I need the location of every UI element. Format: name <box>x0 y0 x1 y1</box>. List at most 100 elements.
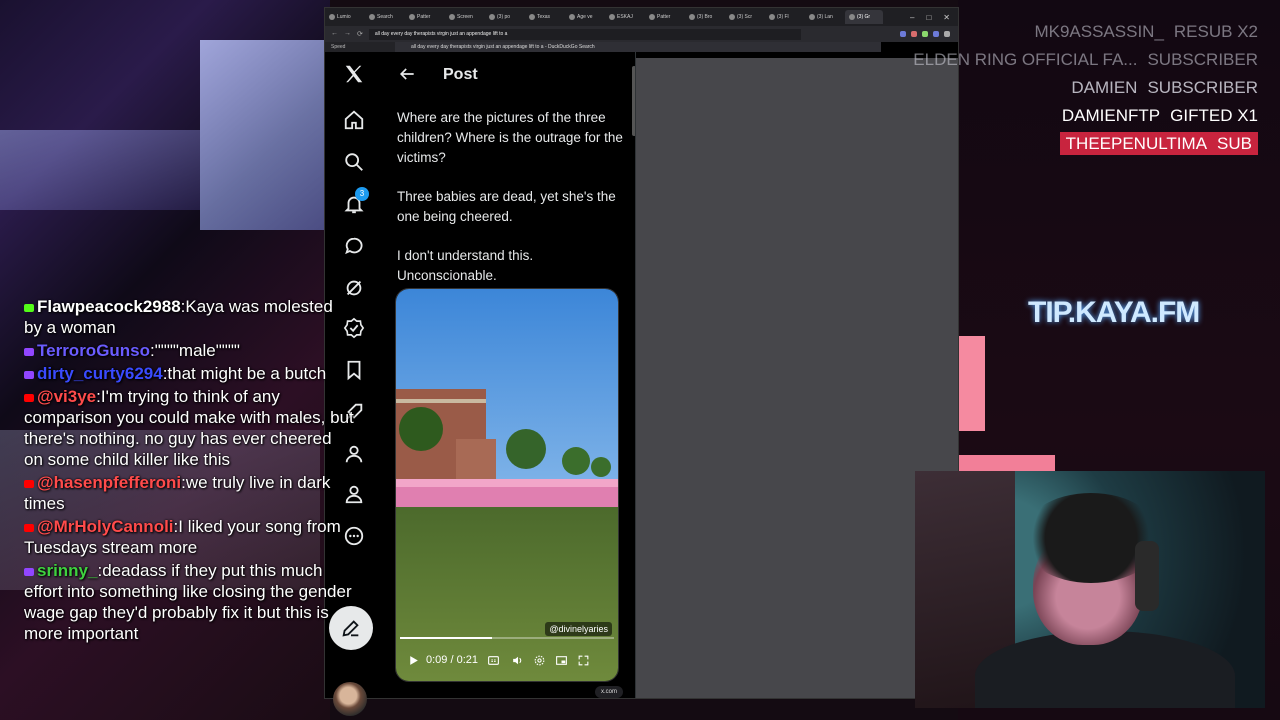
tab-label: Patter <box>417 14 431 20</box>
video-player[interactable]: @divinelyaries 0:09 / 0:21 <box>395 288 619 682</box>
tab-favicon-icon <box>649 14 655 20</box>
alert-entry: THEEPENULTIMA SUB <box>1059 132 1258 155</box>
browser-tab[interactable]: Patter <box>405 10 443 24</box>
youtube-platform-icon <box>24 479 34 488</box>
pink-glitch-block <box>955 336 985 431</box>
stream-chat: Flawpeacock2988:Kaya was molested by a w… <box>24 296 354 646</box>
browser-tab[interactable]: Texas <box>525 10 563 24</box>
alert-username: THEEPENULTIMA <box>1065 134 1208 153</box>
alert-row: DAMIENFTP GIFTED X1 <box>913 106 1258 126</box>
post-text-paragraph: Three babies are dead, yet she's the one… <box>397 189 616 224</box>
back-nav-icon[interactable]: ← <box>331 30 338 38</box>
home-icon[interactable] <box>340 106 368 134</box>
tab-label: Search <box>377 14 393 20</box>
minimize-icon[interactable]: – <box>910 13 914 22</box>
maximize-icon[interactable]: □ <box>926 13 931 22</box>
alert-entry: MK9ASSASSIN_ RESUB X2 <box>1034 22 1258 41</box>
fullscreen-button[interactable] <box>574 651 592 669</box>
alert-entry: ELDEN RING OFFICIAL FA... SUBSCRIBER <box>913 50 1258 69</box>
browser-tab[interactable]: (3) Scr <box>725 10 763 24</box>
window-controls: – □ ✕ <box>910 13 958 22</box>
forward-nav-icon[interactable]: → <box>344 30 351 38</box>
chat-username: dirty_curty6294 <box>37 364 163 383</box>
account-avatar[interactable] <box>333 682 367 716</box>
search-suggestion[interactable]: all day every day therapists virgin just… <box>395 42 881 52</box>
back-arrow-icon[interactable] <box>397 64 417 84</box>
chat-message: dirty_curty6294:that might be a butch <box>24 363 354 384</box>
chat-username: @MrHolyCannoli <box>37 517 174 536</box>
extension-icon[interactable] <box>900 31 906 37</box>
alert-username: ELDEN RING OFFICIAL FA... <box>913 50 1138 69</box>
tab-label: ESKAJ <box>617 14 633 20</box>
tab-label: (3) Lan <box>817 14 833 20</box>
browser-nav-buttons: ← → ⟳ <box>325 30 369 38</box>
alert-row: ELDEN RING OFFICIAL FA... SUBSCRIBER <box>913 50 1258 70</box>
browser-tab[interactable]: Lumio <box>325 10 363 24</box>
chat-message: TerroroGunso:""""male"""" <box>24 340 354 361</box>
tab-bar: Lumio Search Patter Screen (3) po Texas Age ve… <box>325 8 958 26</box>
captions-icon <box>487 655 499 665</box>
alert-type: SUBSCRIBER <box>1147 50 1258 69</box>
chat-username: srinny_ <box>37 561 98 580</box>
glitch-band <box>0 130 200 210</box>
alert-type: GIFTED X1 <box>1170 106 1258 125</box>
tab-favicon-icon <box>529 14 535 20</box>
browser-tab[interactable]: (3) Bro <box>685 10 723 24</box>
video-watermark: @divinelyaries <box>545 622 612 636</box>
reload-icon[interactable]: ⟳ <box>357 30 363 38</box>
twitch-platform-icon <box>24 567 34 576</box>
play-button[interactable] <box>404 651 422 669</box>
chat-message: @hasenpfefferoni:we truly live in dark t… <box>24 472 354 514</box>
alert-username: DAMIENFTP <box>1061 106 1161 125</box>
tab-favicon-icon <box>849 14 855 20</box>
chat-username: Flawpeacock2988 <box>37 297 181 316</box>
url-input[interactable] <box>368 28 801 40</box>
alert-username: MK9ASSASSIN_ <box>1034 22 1164 41</box>
video-progress-bar[interactable] <box>400 637 614 639</box>
tab-label: (3) Gr <box>857 14 871 20</box>
tab-label: (3) Fl <box>777 14 789 20</box>
alert-type: SUB <box>1217 134 1252 153</box>
browser-tab[interactable]: (3) Gr <box>845 10 883 24</box>
pip-button[interactable] <box>552 651 570 669</box>
notifications-bell-icon[interactable]: 3 <box>340 187 369 218</box>
picture-in-picture-icon <box>555 655 567 665</box>
tab-favicon-icon <box>409 14 415 20</box>
notification-badge: 3 <box>355 187 369 201</box>
browser-tab[interactable]: (3) Fl <box>765 10 803 24</box>
bookmark-item[interactable]: Speed <box>325 42 401 52</box>
browser-tab[interactable]: Age ve <box>565 10 603 24</box>
volume-button[interactable] <box>508 651 526 669</box>
messages-icon[interactable] <box>340 232 368 260</box>
chat-message: srinny_:deadass if they put this much ef… <box>24 560 354 644</box>
search-icon[interactable] <box>340 148 368 176</box>
twitch-platform-icon <box>24 347 34 356</box>
browser-tab[interactable]: Screen <box>445 10 483 24</box>
chat-message: Flawpeacock2988:Kaya was molested by a w… <box>24 296 354 338</box>
x-logo-icon[interactable] <box>340 60 368 88</box>
tip-url: TIP.KAYA.FM <box>1028 296 1200 329</box>
tab-favicon-icon <box>809 14 815 20</box>
chat-username: TerroroGunso <box>37 341 151 360</box>
browser-tab[interactable]: ESKAJ <box>605 10 643 24</box>
tab-favicon-icon <box>729 14 735 20</box>
tab-favicon-icon <box>689 14 695 20</box>
alert-username: DAMIEN <box>1071 78 1138 97</box>
close-icon[interactable]: ✕ <box>943 13 950 22</box>
webcam-headphones <box>1135 541 1159 611</box>
settings-button[interactable] <box>530 651 548 669</box>
post-header: Post <box>383 52 635 96</box>
captions-button[interactable] <box>484 651 502 669</box>
alert-type: SUBSCRIBER <box>1147 78 1258 97</box>
tab-favicon-icon <box>609 14 615 20</box>
tab-label: Texas <box>537 14 551 20</box>
browser-tab[interactable]: Search <box>365 10 403 24</box>
tab-label: (3) Scr <box>737 14 752 20</box>
chat-username: @hasenpfefferoni <box>37 473 182 492</box>
tab-label: (3) Bro <box>697 14 713 20</box>
browser-tab[interactable]: (3) po <box>485 10 523 24</box>
browser-tab[interactable]: (3) Lan <box>805 10 843 24</box>
chat-message: @MrHolyCannoli:I liked your song from Tu… <box>24 516 354 558</box>
tab-favicon-icon <box>329 14 335 20</box>
browser-tab[interactable]: Patter <box>645 10 683 24</box>
